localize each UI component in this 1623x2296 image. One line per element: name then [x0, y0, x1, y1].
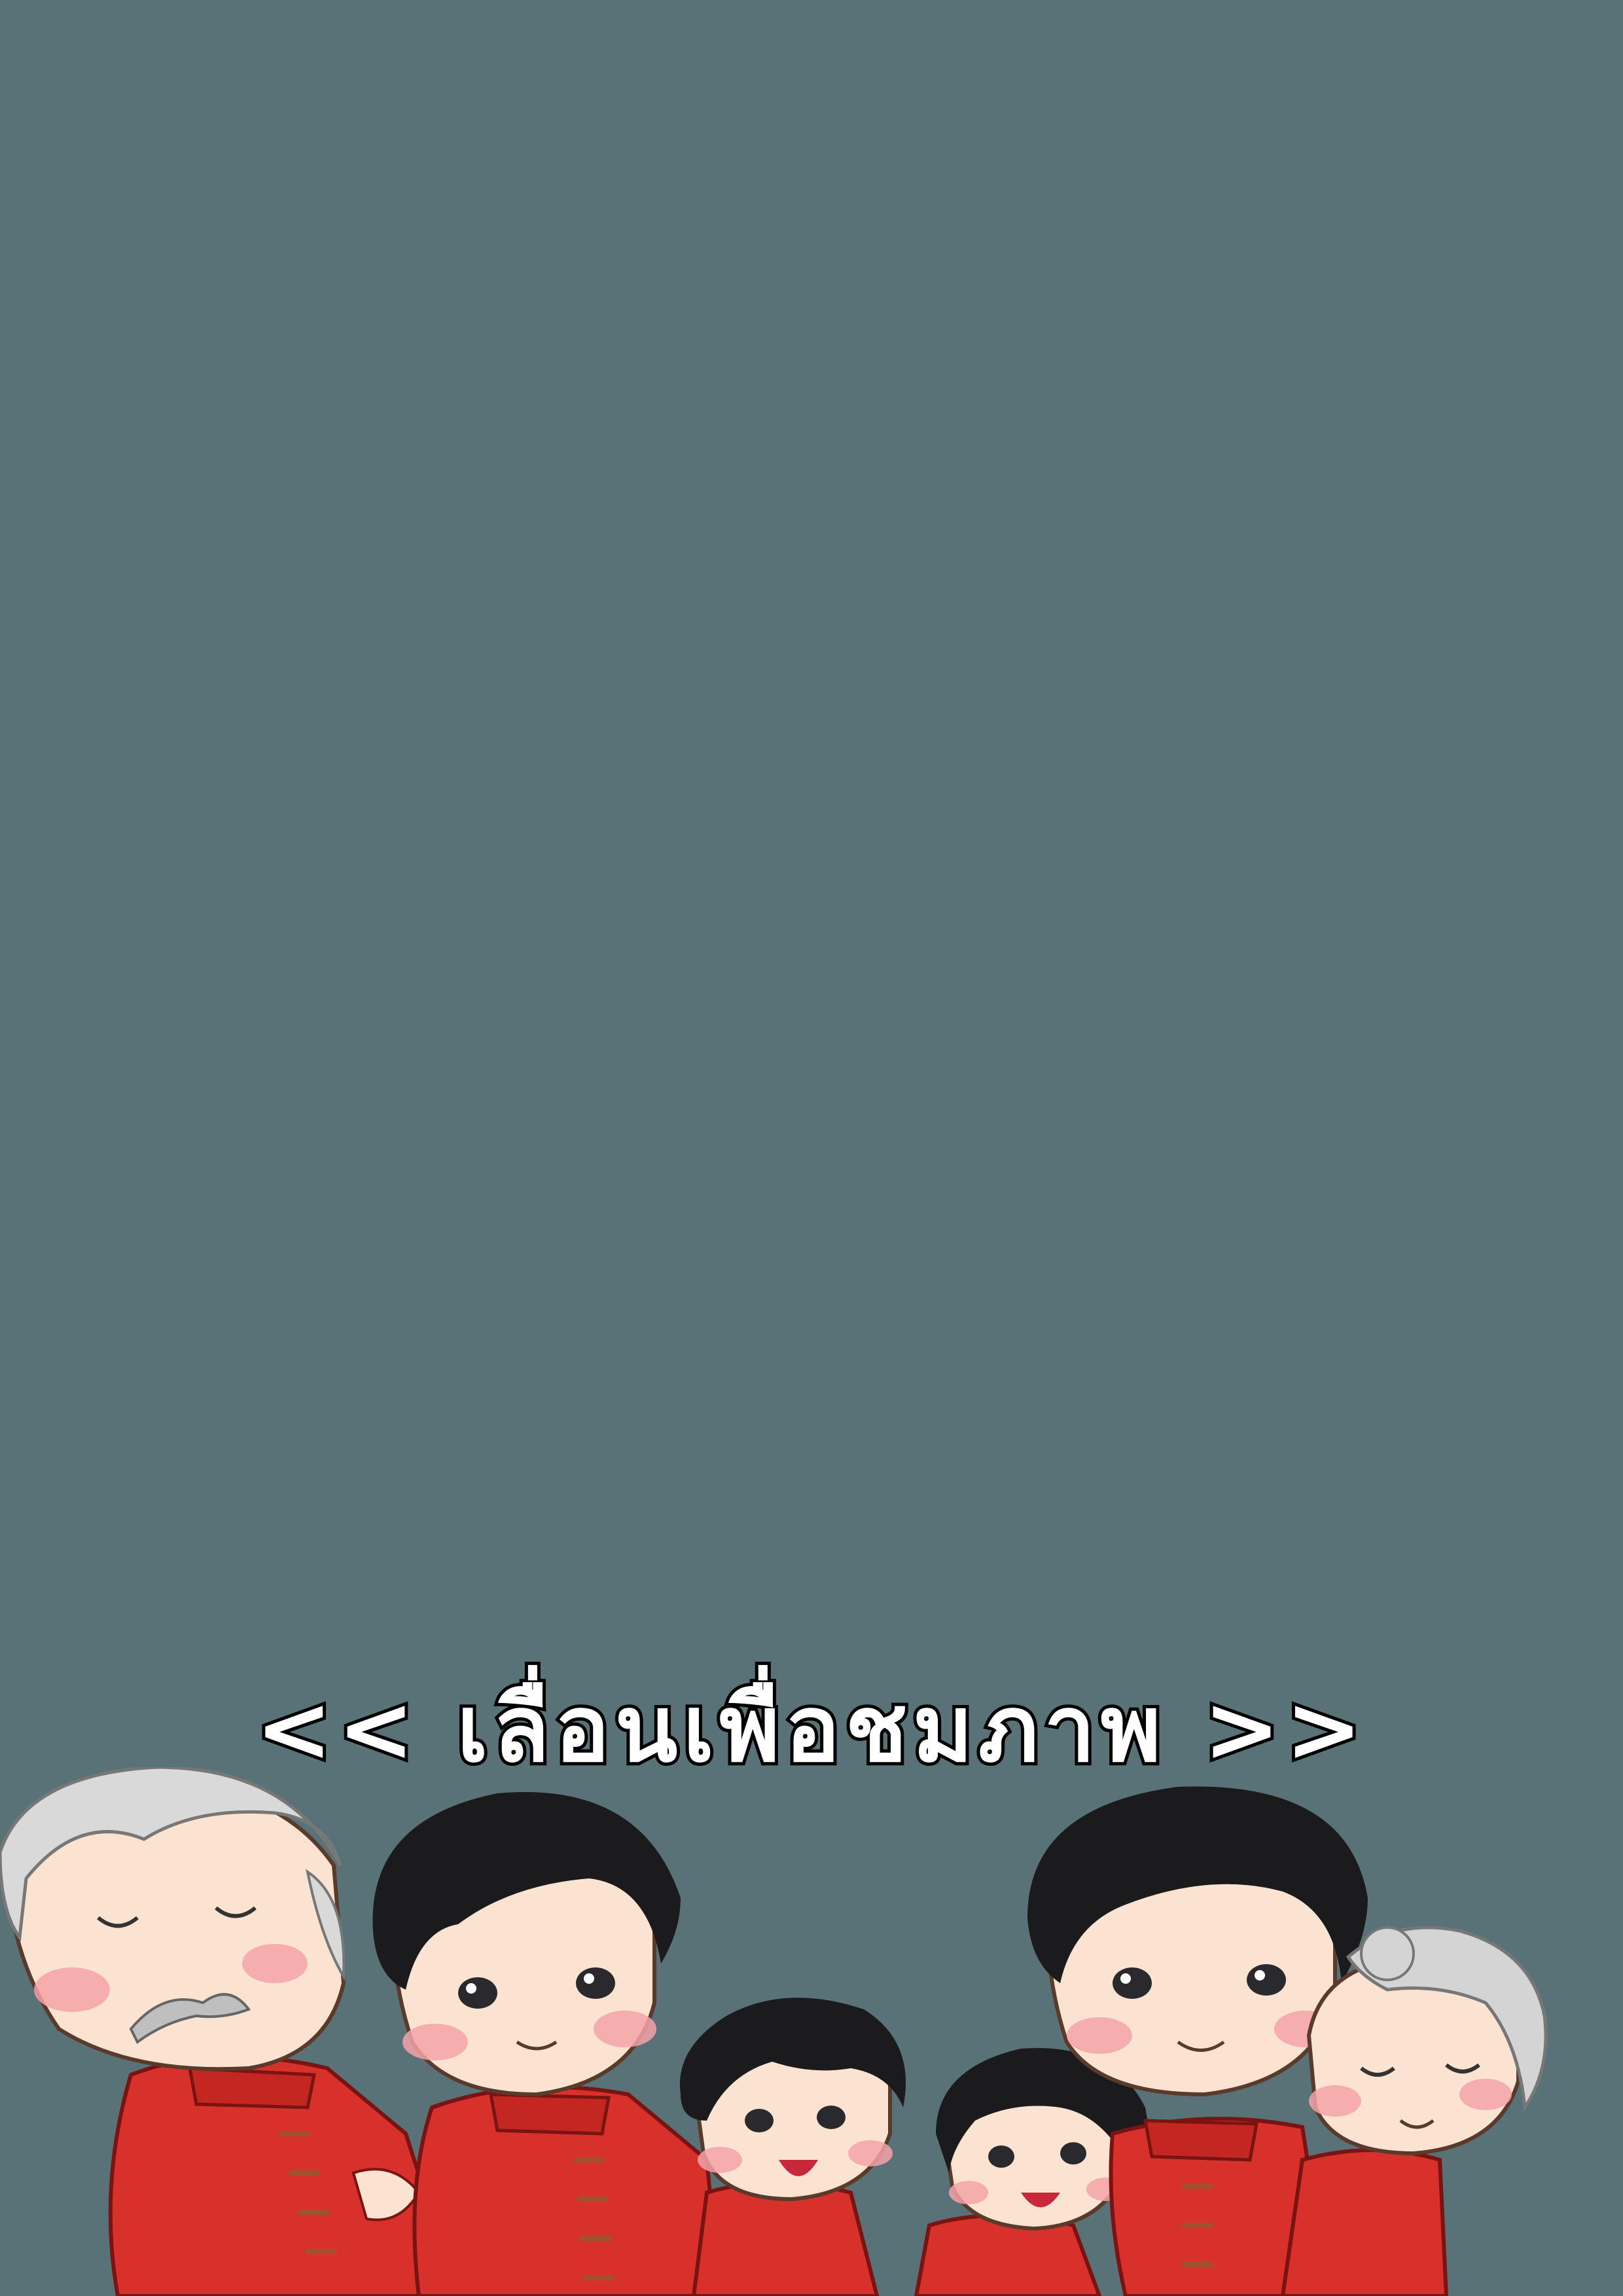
son-figure: [679, 1998, 906, 2296]
father-figure: [372, 1792, 722, 2296]
page: << เลื่อนเพื่อชมภาพ >>: [0, 0, 1623, 2296]
family-illustration: [0, 1767, 1623, 2296]
grandfather-figure: [0, 1767, 461, 2296]
